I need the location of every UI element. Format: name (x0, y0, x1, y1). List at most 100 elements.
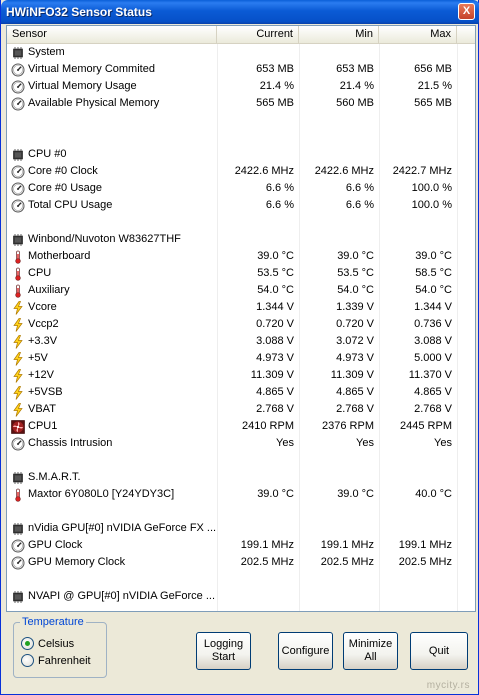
sensor-group-row[interactable]: nVidia GPU[#0] nVIDIA GeForce FX ... (7, 520, 475, 537)
sensor-row[interactable]: Core #0 Clock 2422.6 MHz 2422.6 MHz 2422.7 … (7, 163, 475, 180)
min-value-cell: Yes (356, 437, 374, 449)
temperature-legend: Temperature (20, 616, 86, 628)
blank-row (7, 112, 475, 129)
chip-icon (11, 522, 25, 536)
fahrenheit-radio-dot[interactable] (21, 654, 34, 667)
max-value-cell: 40.0 °C (415, 488, 452, 500)
sensor-name-cell: Motherboard (7, 248, 217, 265)
sensor-name: GPU Memory Clock (28, 556, 126, 568)
sensor-row[interactable]: Auxiliary 54.0 °C 54.0 °C 54.0 °C (7, 282, 475, 299)
chip-icon (11, 46, 25, 60)
group-name: Winbond/Nuvoton W83627THF (28, 233, 181, 245)
blank-row (7, 571, 475, 588)
current-value-cell: 565 MB (256, 97, 294, 109)
minimize-all-button[interactable]: Minimize All (343, 632, 398, 670)
fan-icon (11, 419, 25, 434)
sensor-name-cell: System (7, 44, 217, 61)
sensor-group-row[interactable]: CPU #0 (7, 146, 475, 163)
chip-icon (11, 471, 25, 485)
sensor-status-window: HWiNFO32 Sensor Status X Sensor Current … (0, 0, 479, 695)
sensor-name: CPU (28, 267, 52, 279)
title-bar[interactable]: HWiNFO32 Sensor Status X (1, 0, 479, 24)
chip-icon (11, 233, 25, 247)
sensor-name-cell: Vcore (7, 299, 217, 316)
gauge-icon (11, 97, 25, 111)
max-value-cell: 21.5 % (417, 80, 452, 92)
sensor-row[interactable]: Total CPU Usage 6.6 % 6.6 % 100.0 % (7, 197, 475, 214)
max-value-cell: 5.000 V (414, 352, 452, 364)
lightning-icon (11, 368, 25, 383)
sensor-row[interactable]: Virtual Memory Commited 653 MB 653 MB 656 M… (7, 61, 475, 78)
sensor-name-cell: Virtual Memory Commited (7, 61, 217, 78)
sensor-row[interactable]: CPU1 2410 RPM 2376 RPM 2445 RPM (7, 418, 475, 435)
max-value-cell: 100.0 % (411, 199, 452, 211)
sensor-row[interactable]: Maxtor 6Y080L0 [Y24YDY3C] 39.0 °C 39.0 °C 4… (7, 486, 475, 503)
column-header-min[interactable]: Min (299, 26, 379, 44)
sensor-row[interactable]: Vccp2 0.720 V 0.720 V 0.736 V (7, 316, 475, 333)
sensor-group-row[interactable]: Winbond/Nuvoton W83627THF (7, 231, 475, 248)
close-button[interactable]: X (458, 3, 475, 20)
min-value-cell: 202.5 MHz (320, 556, 374, 568)
fahrenheit-radio[interactable]: Fahrenheit (21, 654, 91, 667)
max-value-cell: 4.865 V (414, 386, 452, 398)
sensor-row[interactable]: CPU 53.5 °C 53.5 °C 58.5 °C (7, 265, 475, 282)
logging-start-button[interactable]: Logging Start (196, 632, 251, 670)
max-value-cell: 1.344 V (414, 301, 452, 313)
current-value-cell: 39.0 °C (257, 488, 294, 500)
sensor-name-cell: Auxiliary (7, 282, 217, 299)
max-value-cell: 0.736 V (414, 318, 452, 330)
min-value-cell: 6.6 % (345, 182, 374, 194)
minimize-all-label: Minimize All (348, 638, 393, 663)
sensor-row[interactable]: Available Physical Memory 565 MB 560 MB 565… (7, 95, 475, 112)
min-value-cell: 4.865 V (336, 386, 374, 398)
current-value-cell: 6.6 % (265, 199, 294, 211)
current-value-cell: 3.088 V (256, 335, 294, 347)
sensor-name-cell: GPU Memory Clock (7, 554, 217, 571)
thermometer-icon (11, 284, 25, 298)
sensor-name: Core #0 Usage (28, 182, 102, 194)
current-value-cell: 6.6 % (265, 182, 294, 194)
sensor-row[interactable]: GPU Memory Clock 202.5 MHz 202.5 MHz 202.5 … (7, 554, 475, 571)
lightning-icon (11, 334, 25, 349)
sensor-row[interactable]: +3.3V 3.088 V 3.072 V 3.088 V (7, 333, 475, 350)
current-value-cell: 4.865 V (256, 386, 294, 398)
min-value-cell: 2422.6 MHz (314, 165, 374, 177)
sensor-name-cell: VBAT (7, 401, 217, 418)
min-value-cell: 653 MB (336, 63, 374, 75)
celsius-radio[interactable]: Celsius (21, 637, 74, 650)
current-value-cell: 21.4 % (259, 80, 294, 92)
min-value-cell: 39.0 °C (337, 250, 374, 262)
sensor-list[interactable]: Sensor Current Min Max System Virtual Mem… (6, 25, 476, 612)
celsius-radio-dot[interactable] (21, 637, 34, 650)
column-header-current[interactable]: Current (217, 26, 299, 44)
sensor-row[interactable]: +12V 11.309 V 11.309 V 11.370 V (7, 367, 475, 384)
sensor-group-row[interactable]: NVAPI @ GPU[#0] nVIDIA GeForce ... (7, 588, 475, 605)
min-value-cell: 1.339 V (336, 301, 374, 313)
sensor-row[interactable]: Chassis Intrusion Yes Yes Yes (7, 435, 475, 452)
column-header-max[interactable]: Max (379, 26, 457, 44)
configure-button[interactable]: Configure (278, 632, 333, 670)
sensor-row[interactable]: Virtual Memory Usage 21.4 % 21.4 % 21.5 % (7, 78, 475, 95)
group-name: CPU #0 (28, 148, 67, 160)
sensor-row[interactable]: +5VSB 4.865 V 4.865 V 4.865 V (7, 384, 475, 401)
sensor-row[interactable]: Core #0 Usage 6.6 % 6.6 % 100.0 % (7, 180, 475, 197)
quit-button[interactable]: Quit (410, 632, 468, 670)
sensor-row[interactable]: Motherboard 39.0 °C 39.0 °C 39.0 °C (7, 248, 475, 265)
current-value-cell: 53.5 °C (257, 267, 294, 279)
current-value-cell: 202.5 MHz (240, 556, 294, 568)
sensor-name-cell: Vccp2 (7, 316, 217, 333)
sensor-group-row[interactable]: S.M.A.R.T. (7, 469, 475, 486)
sensor-name: Virtual Memory Usage (28, 80, 137, 92)
column-header-sensor[interactable]: Sensor (7, 26, 217, 44)
sensor-row[interactable]: +5V 4.973 V 4.973 V 5.000 V (7, 350, 475, 367)
sensor-row[interactable]: Vcore 1.344 V 1.339 V 1.344 V (7, 299, 475, 316)
sensor-row[interactable]: GPU Clock 199.1 MHz 199.1 MHz 199.1 MHz (7, 537, 475, 554)
temperature-group: Temperature Celsius Fahrenheit (13, 616, 107, 678)
sensor-name-cell: S.M.A.R.T. (7, 469, 217, 486)
sensor-group-row[interactable]: System (7, 44, 475, 61)
max-value-cell: 202.5 MHz (398, 556, 452, 568)
current-value-cell: 11.309 V (250, 369, 294, 381)
max-value-cell: 39.0 °C (415, 250, 452, 262)
lightning-icon (11, 317, 25, 332)
sensor-row[interactable]: VBAT 2.768 V 2.768 V 2.768 V (7, 401, 475, 418)
